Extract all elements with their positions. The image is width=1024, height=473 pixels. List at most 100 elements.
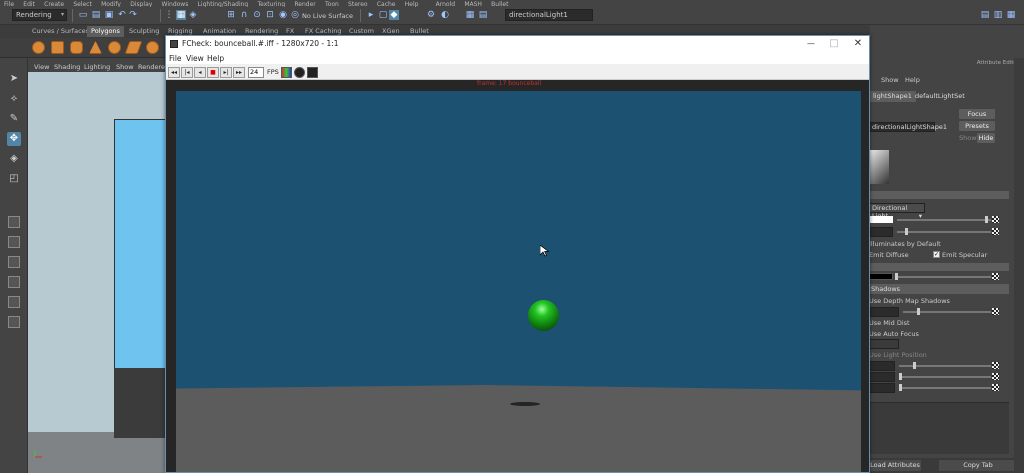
- map-button-icon[interactable]: [992, 308, 999, 315]
- render-view-icon[interactable]: ▢: [378, 10, 388, 20]
- arnold-render-icon[interactable]: ▦: [465, 10, 475, 20]
- snap-curve-icon[interactable]: ∩: [239, 10, 249, 20]
- layout-two-icon[interactable]: [8, 256, 20, 268]
- viewport[interactable]: [28, 72, 168, 473]
- play-forward-icon[interactable]: ▸▸: [233, 67, 245, 78]
- presets-button[interactable]: Presets: [959, 121, 995, 131]
- map-button-icon[interactable]: [992, 384, 999, 391]
- hide-button[interactable]: Hide: [977, 133, 995, 143]
- color-slider-knob[interactable]: [985, 216, 988, 223]
- input-ops-icon[interactable]: ▸: [366, 10, 376, 20]
- redo-icon[interactable]: ↷: [128, 10, 138, 20]
- depth-map-slider-knob[interactable]: [917, 308, 920, 315]
- side-tabs[interactable]: [1014, 58, 1024, 473]
- fcheck-image[interactable]: frame: 17 bounceball: [166, 80, 869, 472]
- layout-icon[interactable]: ▥: [993, 10, 1003, 20]
- select-arrow-icon[interactable]: ➤: [7, 72, 21, 86]
- fog-slider[interactable]: [899, 376, 991, 378]
- shadow-color-slider[interactable]: [897, 276, 991, 278]
- lasso-icon[interactable]: ⟡: [7, 92, 21, 106]
- poly-torus-icon[interactable]: [108, 41, 121, 54]
- poly-cylinder-icon[interactable]: [70, 41, 83, 54]
- snap-view-icon[interactable]: ⊡: [265, 10, 275, 20]
- emit-specular-checkbox[interactable]: ✓: [933, 251, 940, 258]
- poly-cone-icon[interactable]: [89, 41, 102, 54]
- copy-tab-button[interactable]: Copy Tab: [939, 460, 1017, 471]
- map-button-icon[interactable]: [992, 373, 999, 380]
- rotate-icon[interactable]: ◈: [7, 152, 21, 166]
- open-scene-icon[interactable]: ▤: [91, 10, 101, 20]
- zdepth-channel-icon[interactable]: [307, 67, 318, 78]
- snap-surface-icon[interactable]: ◉: [278, 10, 288, 20]
- notes-area[interactable]: [869, 402, 1009, 454]
- snap-point-icon[interactable]: ⊙: [252, 10, 262, 20]
- new-scene-icon[interactable]: ▭: [78, 10, 88, 20]
- arnold-ipr-icon[interactable]: ▤: [478, 10, 488, 20]
- select-component-icon[interactable]: ◈: [188, 10, 198, 20]
- hypershade-icon[interactable]: ◐: [440, 10, 450, 20]
- render-settings-icon[interactable]: ⚙: [426, 10, 436, 20]
- fc-menu-help[interactable]: Help: [207, 54, 224, 63]
- move-icon[interactable]: ✥: [7, 132, 21, 146]
- map-button-icon[interactable]: [992, 273, 999, 280]
- light-position-slider-knob[interactable]: [913, 362, 916, 369]
- selected-object-field[interactable]: directionalLight1: [505, 9, 593, 21]
- map-button-icon[interactable]: [992, 362, 999, 369]
- filter-slider-knob[interactable]: [899, 384, 902, 391]
- shelf-tab-curves[interactable]: Curves / Surfaces: [28, 26, 93, 37]
- shadow-slider-knob[interactable]: [895, 273, 898, 280]
- vp-menu-view[interactable]: View: [34, 63, 49, 71]
- depth-map-field[interactable]: [869, 307, 899, 317]
- alpha-channel-icon[interactable]: [294, 67, 305, 78]
- layout-four-icon[interactable]: [8, 236, 20, 248]
- vp-menu-renderer[interactable]: Rendere: [138, 63, 165, 71]
- shadow-color-swatch[interactable]: [869, 273, 893, 280]
- poly-plane-icon[interactable]: [124, 41, 143, 54]
- fcheck-titlebar[interactable]: FCheck: bounceball.#.iff - 1280x720 - 1:…: [166, 36, 869, 53]
- load-attributes-button[interactable]: Load Attributes: [869, 460, 921, 471]
- filter-field[interactable]: [869, 383, 895, 393]
- shape-name-field[interactable]: directionalLightShape1: [869, 122, 947, 132]
- intensity-slider[interactable]: [897, 231, 991, 233]
- layout-icon[interactable]: ▦: [1006, 10, 1016, 20]
- fc-menu-view[interactable]: View: [186, 54, 204, 63]
- rgb-channel-icon[interactable]: [281, 67, 292, 78]
- section-header[interactable]: [869, 263, 1009, 271]
- minimize-icon[interactable]: —: [801, 37, 821, 51]
- fps-field[interactable]: 24: [248, 67, 264, 78]
- fog-field[interactable]: [869, 372, 895, 382]
- light-position-field[interactable]: [869, 361, 895, 371]
- scale-icon[interactable]: ◰: [7, 172, 21, 186]
- play-reverse-icon[interactable]: ◂: [194, 67, 206, 78]
- layout-icon[interactable]: ▤: [980, 10, 990, 20]
- close-icon[interactable]: ✕: [848, 37, 868, 51]
- select-object-icon[interactable]: ▦: [176, 10, 186, 20]
- filter-slider[interactable]: [899, 387, 991, 389]
- shelf-tab-polygons[interactable]: Polygons: [87, 26, 124, 37]
- color-slider[interactable]: [897, 219, 991, 221]
- layout-outliner-icon[interactable]: [8, 276, 20, 288]
- undo-icon[interactable]: ↶: [117, 10, 127, 20]
- poly-sphere-icon[interactable]: [32, 41, 45, 54]
- light-type-dropdown[interactable]: Directional Light ▾: [869, 203, 925, 220]
- stop-icon[interactable]: ■: [207, 67, 219, 78]
- ae-menu-show[interactable]: Show: [881, 76, 899, 84]
- maximize-icon[interactable]: □: [824, 37, 844, 51]
- poly-disc-icon[interactable]: [146, 41, 159, 54]
- select-hierarchy-icon[interactable]: ⋮: [164, 10, 174, 20]
- intensity-slider-knob[interactable]: [905, 228, 908, 235]
- light-color-swatch[interactable]: [869, 216, 893, 223]
- fc-menu-file[interactable]: File: [169, 54, 182, 63]
- snap-grid-icon[interactable]: ⊞: [226, 10, 236, 20]
- step-backward-icon[interactable]: |◂: [181, 67, 193, 78]
- vp-menu-show[interactable]: Show: [116, 63, 134, 71]
- ae-tab-lightshape[interactable]: lightShape1: [869, 91, 916, 102]
- focus-field[interactable]: [869, 339, 899, 349]
- ae-tab-defaultlightset[interactable]: defaultLightSet: [911, 91, 969, 102]
- map-button-icon[interactable]: [992, 216, 999, 223]
- step-forward-icon[interactable]: ▸|: [220, 67, 232, 78]
- map-button-icon[interactable]: [992, 228, 999, 235]
- poly-cube-icon[interactable]: [51, 41, 64, 54]
- focus-button[interactable]: Focus: [959, 109, 995, 119]
- layout-hypershade-icon[interactable]: [8, 316, 20, 328]
